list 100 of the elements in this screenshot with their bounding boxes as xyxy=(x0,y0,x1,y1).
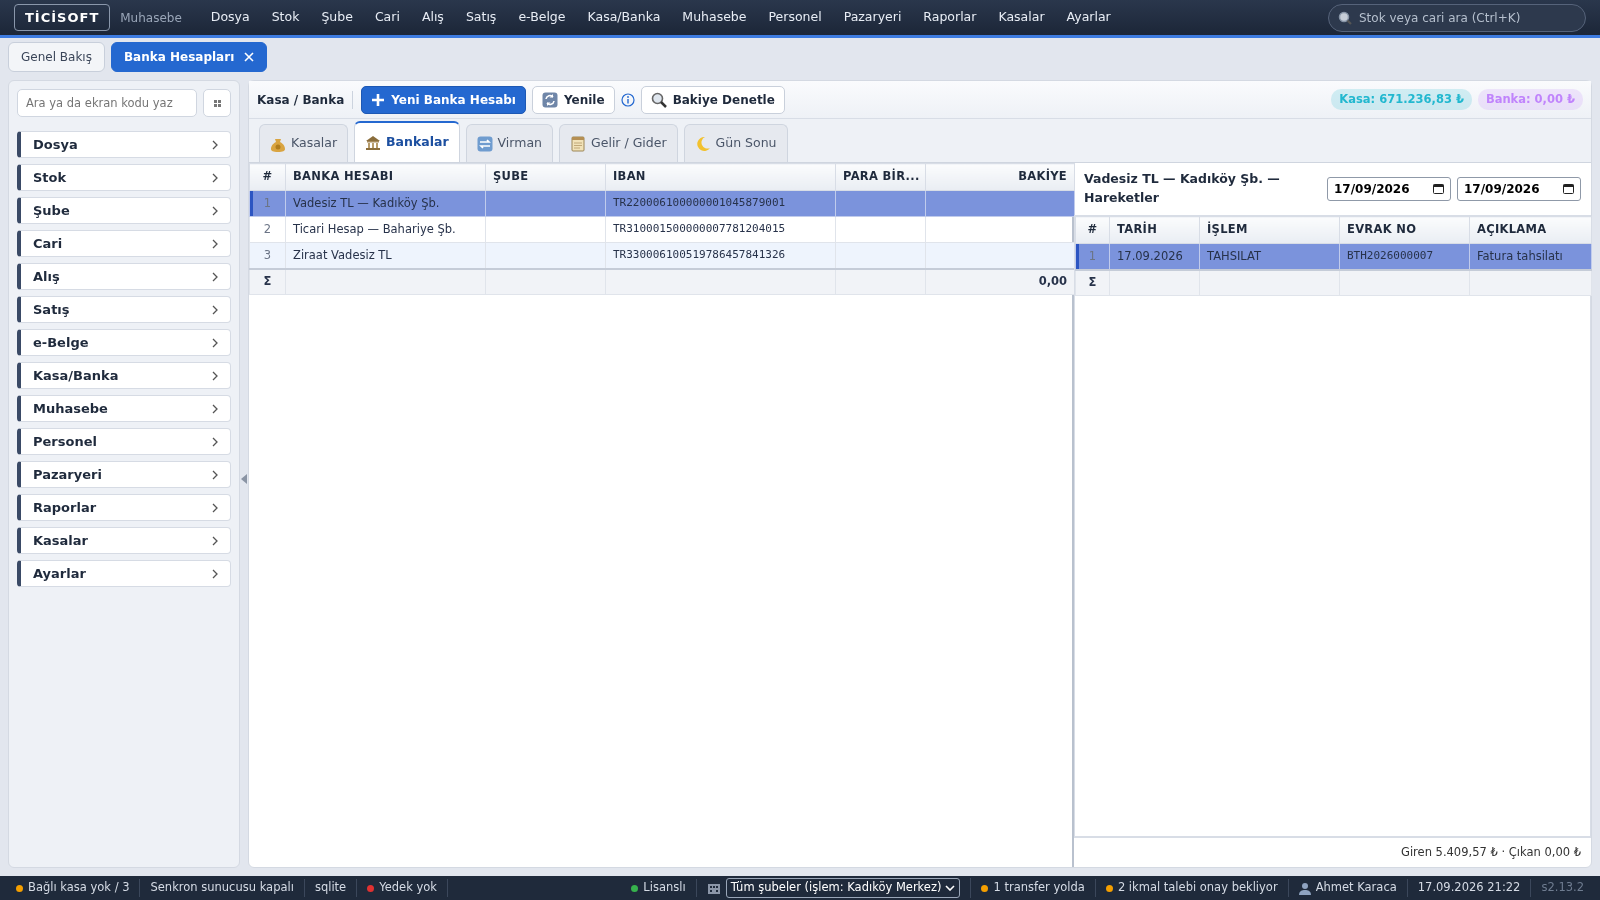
status-text: Lisanslı xyxy=(643,879,686,897)
toolbar-button[interactable]: Yenile xyxy=(532,85,615,114)
version-text: s2.13.2 xyxy=(1541,879,1584,897)
status-text: 2 ikmal talebi onay bekliyor xyxy=(1117,879,1278,897)
tab[interactable]: Virman xyxy=(465,124,554,162)
status-text: Senkron sunucusu kapalı xyxy=(150,879,294,897)
row-number: 1 xyxy=(1088,248,1097,263)
table-cell: Ticari Hesap — Bahariye Şb. xyxy=(293,221,456,236)
menu-item[interactable]: Dosya xyxy=(199,8,261,27)
row-number: 2 xyxy=(263,221,272,236)
sidebar-item[interactable]: Cari xyxy=(17,230,231,257)
table-row[interactable]: 1 Vadesiz TL — Kadıköy Şb. TR220006100000001045879001 xyxy=(249,190,1075,217)
sidebar-item[interactable]: Kasa/Banka xyxy=(17,362,231,389)
status-text: 1 transfer yolda xyxy=(993,879,1085,897)
column-header[interactable]: # xyxy=(249,163,286,191)
sidebar-item[interactable]: Alış xyxy=(17,263,231,290)
plus-icon xyxy=(371,92,386,107)
menu-item[interactable]: Satış xyxy=(454,8,508,27)
chevron-icon xyxy=(212,271,218,282)
menu-item[interactable]: Stok xyxy=(260,8,311,27)
column-header[interactable]: TARİH xyxy=(1109,216,1200,244)
tab[interactable]: Kasalar xyxy=(259,124,349,162)
toolbar-button[interactable]: Bakiye Denetle xyxy=(640,85,785,114)
menu-item[interactable]: Kasa/Banka xyxy=(576,8,672,27)
chevron-icon xyxy=(212,337,218,348)
info-icon[interactable] xyxy=(620,92,635,107)
table-cell: BTH2026000007 xyxy=(1347,249,1434,262)
sum-symbol: Σ xyxy=(1088,275,1097,290)
document-tab[interactable]: Banka Hesapları xyxy=(110,42,268,72)
sidebar-item[interactable]: Satış xyxy=(17,296,231,323)
menu-item[interactable]: Personel xyxy=(757,8,833,27)
sidebar-item[interactable]: Raporlar xyxy=(17,494,231,521)
chevron-icon xyxy=(212,205,218,216)
chevron-icon xyxy=(212,403,218,414)
chevron-icon xyxy=(212,238,218,249)
column-header[interactable]: # xyxy=(1075,216,1110,244)
table-row[interactable]: 3 Ziraat Vadesiz TL TR330006100519786457841326 xyxy=(249,242,1075,269)
column-header[interactable]: İŞLEM xyxy=(1199,216,1340,244)
tab[interactable]: Bankalar xyxy=(354,121,460,162)
chevron-icon xyxy=(212,304,218,315)
chevron-icon xyxy=(212,535,218,546)
menu-item[interactable]: Alış xyxy=(410,8,455,27)
sidebar-item[interactable]: Dosya xyxy=(17,131,231,158)
total-value: 0,00 xyxy=(1038,274,1067,289)
column-header[interactable]: PARA BİR... xyxy=(835,163,926,191)
table-cell: Fatura tahsilatı xyxy=(1477,248,1563,263)
column-header[interactable]: IBAN xyxy=(605,163,836,191)
menu-item[interactable]: Kasalar xyxy=(987,8,1056,27)
totals-summary: Giren 5.409,57 ₺ · Çıkan 0,00 ₺ xyxy=(1401,843,1581,861)
section-title: Kasa / Banka xyxy=(257,90,354,109)
menu-item[interactable]: Raporlar xyxy=(912,8,988,27)
column-header[interactable]: ŞUBE xyxy=(485,163,606,191)
column-header[interactable]: BAKİYE xyxy=(925,163,1075,191)
close-icon xyxy=(244,52,255,62)
panel-title: Vadesiz TL — Kadıköy Şb. — Hareketler xyxy=(1084,170,1281,207)
calendar-icon xyxy=(1433,183,1444,194)
row-number: 3 xyxy=(263,247,272,262)
module-label: Muhasebe xyxy=(120,9,182,27)
calendar-icon xyxy=(1563,183,1574,194)
sidebar-item[interactable]: Ayarlar xyxy=(17,560,231,587)
sidebar-item[interactable]: Kasalar xyxy=(17,527,231,554)
search-icon xyxy=(1338,10,1352,25)
sidebar-item[interactable]: Personel xyxy=(17,428,231,455)
global-search-field[interactable]: Stok veya cari ara (Ctrl+K) xyxy=(1328,3,1586,32)
moon-icon xyxy=(694,135,711,152)
tab[interactable]: Gün Sonu xyxy=(683,124,788,162)
magnifier-icon xyxy=(650,91,667,108)
table-row[interactable]: 1 17.09.2026 TAHSILAT BTH2026000007 Fatura tahsilatı xyxy=(1075,243,1592,270)
grid-button[interactable] xyxy=(203,89,231,117)
toolbar-button[interactable]: Yeni Banka Hesabı xyxy=(361,85,526,114)
table-cell: TR310001500000007781204015 xyxy=(613,222,786,236)
sum-symbol: Σ xyxy=(263,274,272,289)
table-cell: Vadesiz TL — Kadıköy Şb. xyxy=(293,195,440,210)
sidebar-item[interactable]: Şube xyxy=(17,197,231,224)
menu-item[interactable]: Cari xyxy=(363,8,411,27)
user-name: Ahmet Karaca xyxy=(1315,879,1397,897)
date-field[interactable]: 17/09/2026 xyxy=(1327,177,1451,201)
menu-item[interactable]: Ayarlar xyxy=(1055,8,1122,27)
branch-select[interactable]: Tüm şubeler (işlem: Kadıköy Merkez) xyxy=(725,878,961,898)
sidebar-item[interactable]: e-Belge xyxy=(17,329,231,356)
column-header[interactable]: AÇIKLAMA xyxy=(1469,216,1592,244)
menu-item[interactable]: Şube xyxy=(310,8,364,27)
chevron-icon xyxy=(212,568,218,579)
menu-item[interactable]: e-Belge xyxy=(507,8,577,27)
table-row[interactable]: 2 Ticari Hesap — Bahariye Şb. TR310001500000007781204015 xyxy=(249,216,1075,243)
column-header[interactable]: EVRAK NO xyxy=(1339,216,1470,244)
menu-item[interactable]: Pazaryeri xyxy=(832,8,913,27)
date-field[interactable]: 17/09/2026 xyxy=(1457,177,1581,201)
sidebar-item[interactable]: Muhasebe xyxy=(17,395,231,422)
sidebar-search-field[interactable]: Ara ya da ekran kodu yaz xyxy=(17,89,197,117)
sidebar-item[interactable]: Stok xyxy=(17,164,231,191)
status-text: Yedek yok xyxy=(379,879,437,897)
chevron-icon xyxy=(212,469,218,480)
app-logo[interactable]: TİCİSOFT xyxy=(14,3,111,32)
column-header[interactable]: BANKA HESABI xyxy=(285,163,486,191)
tab[interactable]: Gelir / Gider xyxy=(559,124,678,162)
chevron-icon xyxy=(212,502,218,513)
menu-item[interactable]: Muhasebe xyxy=(671,8,758,27)
sidebar-item[interactable]: Pazaryeri xyxy=(17,461,231,488)
document-tab[interactable]: Genel Bakış xyxy=(8,42,105,72)
